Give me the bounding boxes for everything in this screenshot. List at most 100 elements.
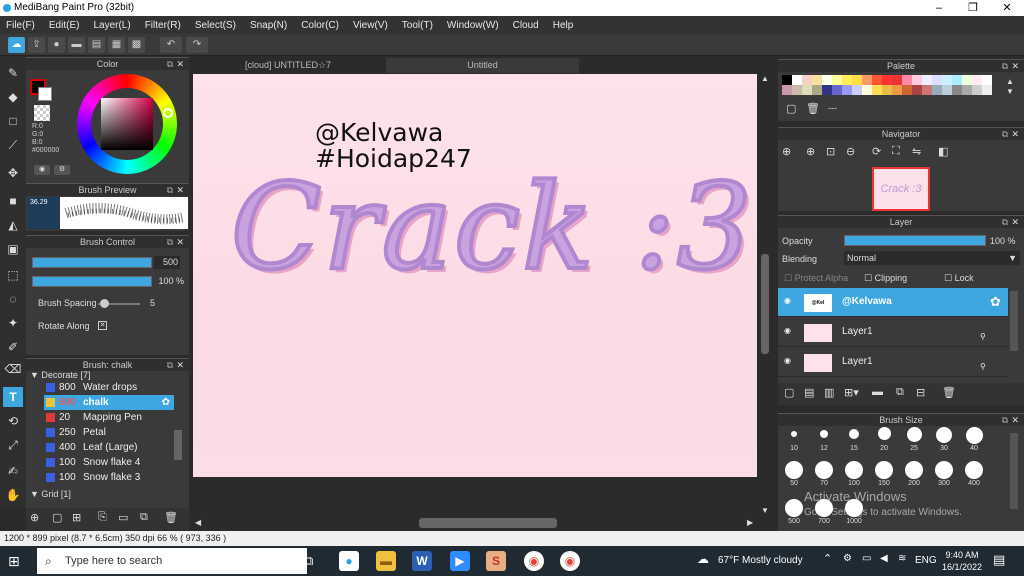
popout-icon[interactable]: ⧉ — [167, 184, 173, 196]
magic-wand-icon[interactable]: ✦ — [3, 313, 23, 333]
select-pen-icon[interactable]: ✐ — [3, 337, 23, 357]
windows-start-icon[interactable]: ⊞ — [8, 553, 20, 570]
new-halftone-layer-icon[interactable]: ▤ — [804, 386, 814, 399]
bucket-tool-icon[interactable]: ◭ — [3, 215, 23, 235]
redo-icon[interactable]: ↷ — [186, 37, 208, 53]
popout-icon[interactable]: ⧉ — [167, 236, 173, 248]
add-layer-menu-icon[interactable]: ⊞▾ — [844, 386, 859, 399]
close-icon[interactable]: ✕ — [176, 184, 184, 196]
task-view-icon[interactable]: ⧉ — [304, 553, 313, 569]
brush-size-slider[interactable] — [32, 257, 152, 268]
popout-icon[interactable]: ⧉ — [1002, 414, 1008, 426]
menu-edit[interactable]: Edit(E) — [49, 20, 80, 31]
secondary-color-swatch[interactable] — [38, 87, 52, 101]
menu-filter[interactable]: Filter(R) — [145, 20, 181, 31]
protect-alpha-checkbox[interactable]: ☐ Protect Alpha — [784, 273, 848, 284]
palette-scroll-down-icon[interactable]: ▼ — [1006, 87, 1014, 96]
tab-cloud-untitled[interactable]: [cloud] UNTITLED☆7 — [193, 58, 383, 73]
brush-list-scrollbar[interactable] — [174, 430, 182, 460]
wifi-icon[interactable]: ≋ — [898, 553, 906, 564]
menu-color[interactable]: Color(C) — [301, 20, 339, 31]
menu-help[interactable]: Help — [553, 20, 574, 31]
brush-tool-icon[interactable]: ✎ — [3, 63, 23, 83]
delete-brush-icon[interactable]: 🗑 — [164, 511, 178, 524]
weather-icon[interactable]: ☁ — [697, 552, 709, 566]
hand-tool-icon[interactable]: ✋ — [3, 485, 23, 505]
brush-size-option[interactable]: 40 — [960, 427, 988, 452]
menu-tool[interactable]: Tool(T) — [402, 20, 433, 31]
layer-opacity-slider[interactable] — [844, 235, 986, 246]
brush-size-option[interactable]: 10 — [780, 429, 808, 452]
move-tool-icon[interactable]: ✥ — [3, 163, 23, 183]
palette-swatches[interactable] — [782, 75, 1002, 95]
copy-brush-icon[interactable]: ⎘ — [98, 511, 107, 524]
operation-tool-icon[interactable]: ⟲ — [3, 411, 23, 431]
menu-cloud[interactable]: Cloud — [513, 20, 539, 31]
navigator-settings-icon[interactable]: ◧ — [938, 145, 948, 158]
chrome-app-icon-2[interactable]: ◉ — [560, 551, 580, 571]
new-brush-icon[interactable]: ▢ — [52, 511, 62, 524]
word-app-icon[interactable]: W — [412, 551, 432, 571]
close-icon[interactable]: ✕ — [176, 359, 184, 371]
zoom-fit-icon[interactable]: ⊡ — [826, 145, 835, 158]
dropper-tool-icon[interactable]: ⤢ — [3, 435, 23, 455]
tray-network-icon[interactable]: ⚙ — [843, 553, 852, 564]
palette-scroll-up-icon[interactable]: ▲ — [1006, 77, 1014, 86]
eye-icon[interactable]: ◉ — [34, 165, 50, 175]
brush-size-scrollbar[interactable] — [1010, 433, 1018, 509]
undo-icon[interactable]: ↶ — [160, 37, 182, 53]
brush-size-option[interactable]: 20 — [870, 427, 898, 452]
popout-icon[interactable]: ⧉ — [1002, 128, 1008, 140]
close-icon[interactable]: ✕ — [176, 236, 184, 248]
transparent-swatch[interactable] — [34, 105, 50, 121]
layer-scrollbar[interactable] — [1010, 291, 1018, 351]
maximize-button[interactable]: ❐ — [956, 0, 990, 16]
brush-item[interactable]: 800 Water drops — [44, 380, 174, 395]
text-tool-icon[interactable]: T — [3, 387, 23, 407]
zoom-app-icon[interactable]: ▶ — [450, 551, 470, 571]
gradient-tool-icon[interactable]: ▣ — [3, 239, 23, 259]
duplicate-layer-icon[interactable]: ⧉ — [896, 386, 904, 399]
brush-size-option[interactable]: 400 — [960, 461, 988, 487]
language-indicator[interactable]: ENG — [915, 555, 937, 566]
file-explorer-icon[interactable]: ▬ — [376, 551, 396, 571]
tray-chevron-icon[interactable]: ⌃ — [823, 552, 832, 565]
select-eraser-icon[interactable]: ⌫ — [3, 359, 23, 379]
lasso-tool-icon[interactable]: ◌ — [3, 289, 23, 309]
flip-icon[interactable]: ⇋ — [912, 145, 921, 158]
brush-size-option[interactable]: 15 — [840, 429, 868, 452]
zoom-in-alt-icon[interactable]: ⊕ — [806, 145, 815, 158]
delete-palette-icon[interactable]: 🗑 — [806, 102, 820, 115]
shape-tool-icon[interactable]: □ — [3, 111, 23, 131]
popout-icon[interactable]: ⧉ — [167, 359, 173, 371]
brush-size-option[interactable]: 300 — [930, 461, 958, 487]
popout-icon[interactable]: ⧉ — [1002, 216, 1008, 228]
close-icon[interactable]: ✕ — [1011, 216, 1019, 228]
folder-icon[interactable]: ▬ — [872, 386, 883, 398]
vertical-scrollbar[interactable]: ▲ ▼ — [758, 74, 772, 516]
layer-row-selected[interactable]: ◉ @Kel @Kelvawa ✿ — [778, 288, 1008, 317]
brush-item[interactable]: 100 Snow flake 4 — [44, 455, 174, 470]
vertical-scroll-thumb[interactable] — [761, 254, 769, 354]
clipping-checkbox[interactable]: ☐ Clipping — [864, 273, 907, 284]
brush-spacing-slider[interactable] — [98, 299, 140, 308]
blending-select[interactable]: Normal ▼ — [844, 251, 1020, 265]
smudge-tool-icon[interactable]: ✍ — [3, 461, 23, 481]
weather-text[interactable]: 67°F Mostly cloudy — [718, 555, 803, 566]
taskbar-search-box[interactable]: ⌕ Type here to search — [37, 548, 307, 574]
share-icon[interactable]: ⇪ — [28, 37, 45, 53]
lock-checkbox[interactable]: ☐ Lock — [944, 273, 974, 284]
popout-icon[interactable]: ⧉ — [167, 58, 173, 70]
rotate-along-checkbox[interactable]: ✕ — [98, 321, 107, 330]
menu-select[interactable]: Select(S) — [195, 20, 236, 31]
volume-icon[interactable]: ◀ — [880, 553, 888, 564]
brush-item[interactable]: 400 Leaf (Large) — [44, 440, 174, 455]
merge-layer-icon[interactable]: ⊟ — [916, 386, 925, 399]
zoom-in-icon[interactable]: ⊕ — [782, 145, 791, 158]
zoom-out-icon[interactable]: ⊖ — [846, 145, 855, 158]
brush-size-option[interactable]: 150 — [870, 461, 898, 487]
new-layer-icon[interactable]: ▢ — [784, 386, 794, 399]
brush-item[interactable]: 250 Petal — [44, 425, 174, 440]
add-palette-icon[interactable]: ▢ — [786, 102, 796, 115]
tab-untitled[interactable]: Untitled — [386, 58, 579, 73]
